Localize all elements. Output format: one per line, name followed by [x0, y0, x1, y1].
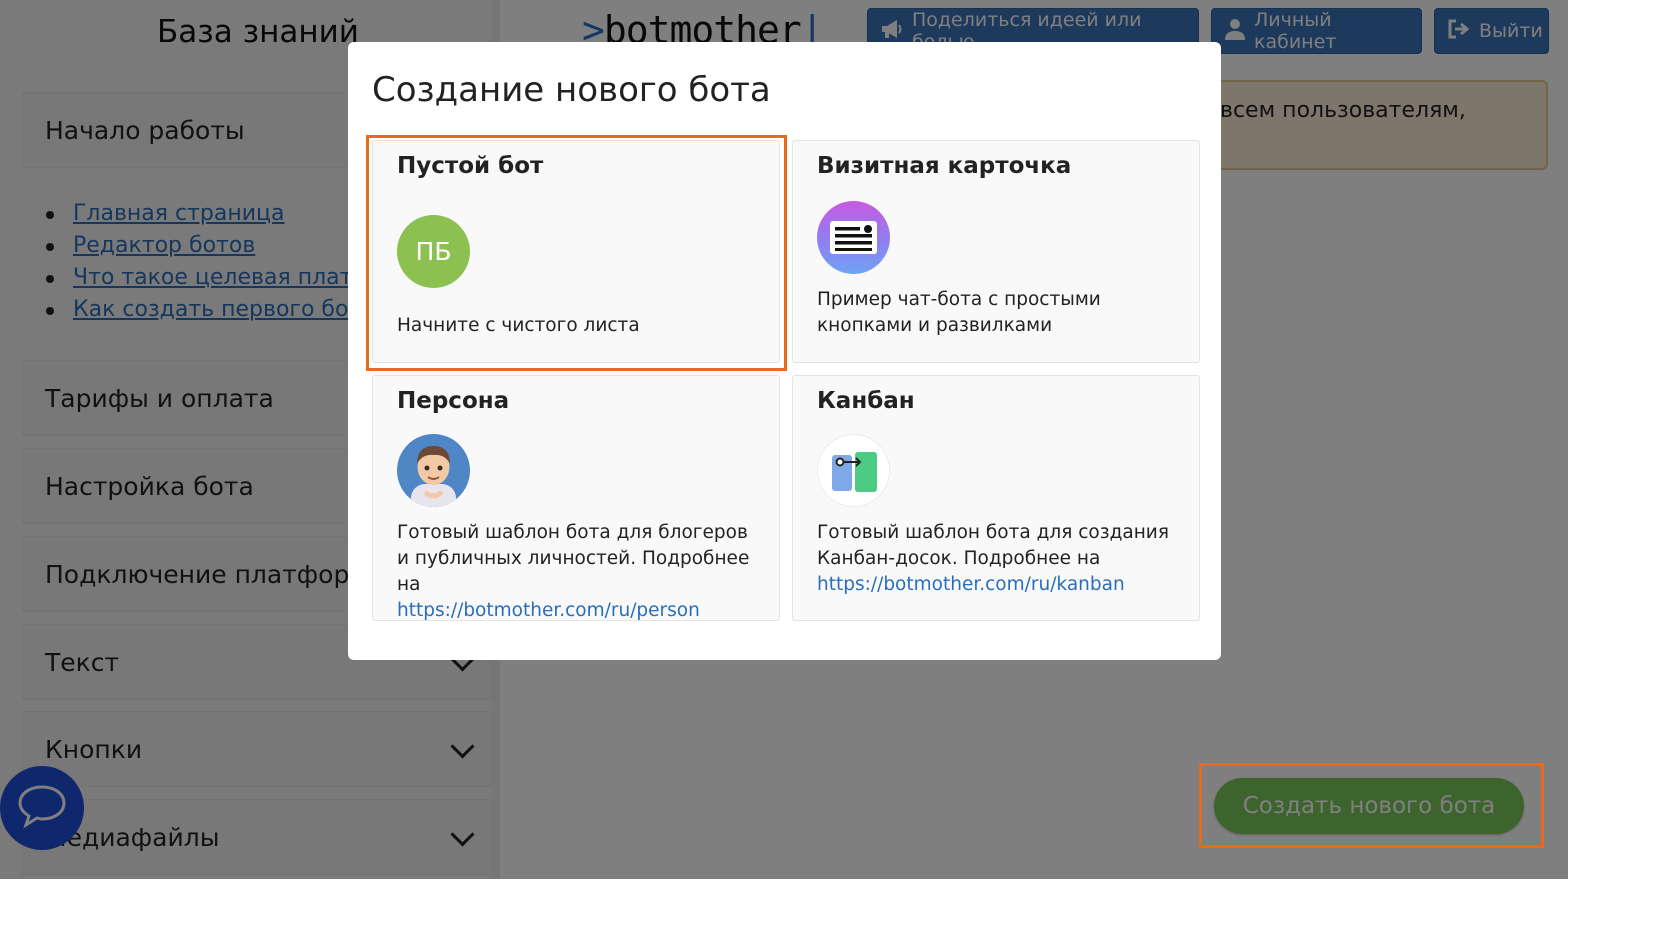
card-description: Готовый шаблон бота для создания Канбан-…	[817, 520, 1185, 598]
persona-avatar-icon	[397, 434, 470, 507]
card-title: Визитная карточка	[817, 153, 1072, 179]
card-description-text: Готовый шаблон бота для создания Канбан-…	[817, 522, 1169, 569]
create-button-highlight	[1199, 763, 1544, 848]
selected-card-highlight	[366, 135, 787, 371]
persona-template-link[interactable]: https://botmother.com/ru/person	[397, 600, 700, 621]
card-description: Готовый шаблон бота для блогеров и публи…	[397, 520, 765, 624]
modal-title: Создание нового бота	[372, 70, 771, 110]
business-card-icon	[817, 201, 890, 274]
template-card-business-card[interactable]: Визитная карточка Пример чат-бота с прос…	[792, 140, 1200, 363]
kanban-board-icon	[817, 434, 890, 507]
card-description: Пример чат-бота с простыми кнопками и ра…	[817, 289, 1101, 336]
template-card-persona[interactable]: Персона Готовый шаблон бота для блогеров…	[372, 375, 780, 621]
card-title: Канбан	[817, 388, 915, 414]
create-bot-modal: Создание нового бота Пустой бот ПБ Начни…	[348, 42, 1221, 660]
card-description-text: Готовый шаблон бота для блогеров и публи…	[397, 522, 750, 595]
kanban-template-link[interactable]: https://botmother.com/ru/kanban	[817, 574, 1125, 595]
template-card-kanban[interactable]: Канбан Готовый шаблон бота для создания …	[792, 375, 1200, 621]
card-title: Персона	[397, 388, 510, 414]
